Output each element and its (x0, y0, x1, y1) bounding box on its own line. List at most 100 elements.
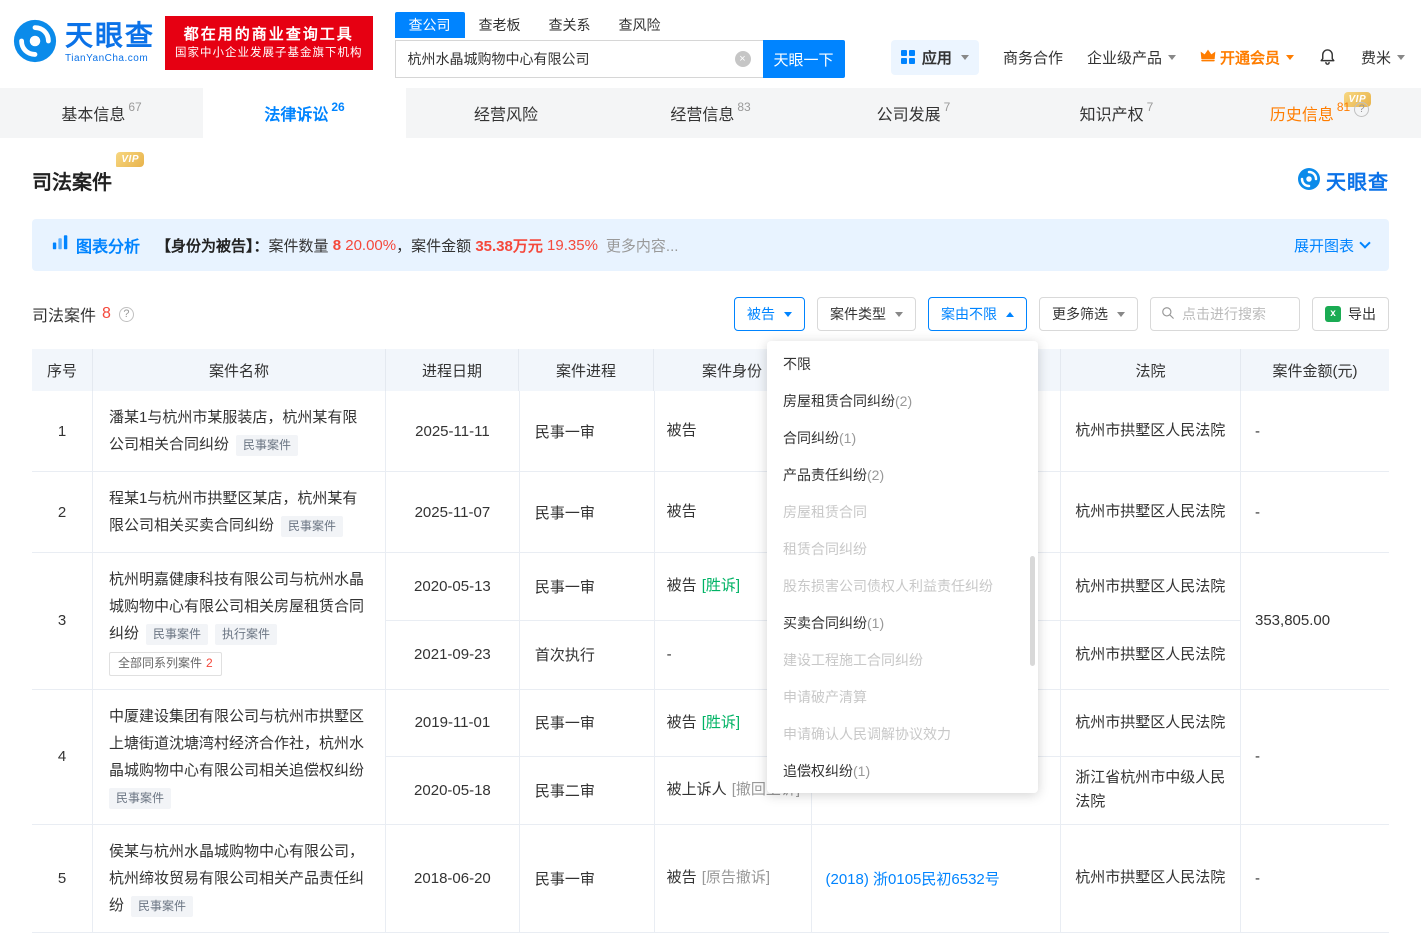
dropdown-option-unlimited[interactable]: 不限 (767, 346, 1038, 383)
dropdown-option-bankruptcy-liquidation: 申请破产清算 (767, 679, 1038, 716)
case-amount: - (1240, 825, 1389, 932)
cause-filter-button[interactable]: 案由不限 (928, 297, 1027, 331)
slogan-line1: 都在用的商业查询工具 (175, 24, 363, 45)
analysis-identity: 【身份为被告】： (156, 235, 269, 256)
tab-company-development[interactable]: 公司发展7 (812, 88, 1015, 138)
tab-operational-risk[interactable]: 经营风险 (406, 88, 609, 138)
main-content: 司法案件 VIP 天眼查 图表分析 【身份为被告】： 案件数量 8 20.00%… (0, 166, 1421, 933)
help-icon[interactable]: ? (119, 307, 134, 322)
court-link[interactable]: 杭州市拱墅区人民法院 (1060, 690, 1240, 757)
nav-open-vip[interactable]: 开通会员 (1200, 47, 1294, 68)
more-filters-button[interactable]: 更多筛选 (1039, 297, 1138, 331)
apps-grid-icon (901, 50, 915, 64)
metric2-pct: 19.35% (547, 237, 598, 254)
search-tab-boss[interactable]: 查老板 (465, 12, 535, 38)
dropdown-option-sales-contract-dispute[interactable]: 买卖合同纠纷(1) (767, 605, 1038, 642)
export-button[interactable]: x 导出 (1312, 297, 1389, 331)
tab-history-info[interactable]: VIP 历史信息81 ? (1218, 88, 1421, 138)
court-link[interactable]: 浙江省杭州市中级人民法院 (1060, 757, 1240, 824)
dropdown-option-housing-lease-dispute[interactable]: 房屋租赁合同纠纷(2) (767, 383, 1038, 420)
court-link[interactable]: 杭州市拱墅区人民法院 (1060, 621, 1240, 688)
court-link[interactable]: 杭州市拱墅区人民法院 (1060, 472, 1240, 552)
nav-enterprise-products[interactable]: 企业级产品 (1087, 47, 1176, 68)
user-menu[interactable]: 费米 (1361, 47, 1405, 68)
proceeding-row: 2018-06-20 民事一审 被告 [原告撤诉] (2018) 浙0105民初… (386, 825, 1240, 932)
case-amount: - (1240, 690, 1389, 824)
case-count: 8 (102, 305, 111, 323)
role-filter-button[interactable]: 被告 (734, 297, 805, 331)
proceeding-date: 2020-05-18 (386, 757, 519, 824)
table-search-input[interactable] (1182, 306, 1289, 322)
proceeding-role: 被告 (667, 575, 697, 598)
case-type-tag: 民事案件 (281, 516, 343, 537)
case-type-filter-button[interactable]: 案件类型 (817, 297, 916, 331)
metric1-label: 案件数量 (269, 235, 329, 256)
row-number: 2 (32, 472, 92, 552)
slogan-banner: 都在用的商业查询工具 国家中小企业发展子基金旗下机构 (165, 16, 373, 70)
proceeding-process: 民事二审 (519, 757, 654, 824)
chevron-down-icon (895, 312, 903, 317)
apps-menu-button[interactable]: 应用 (891, 40, 979, 75)
dropdown-scrollbar[interactable] (1030, 556, 1035, 666)
search-tab-company[interactable]: 查公司 (395, 12, 465, 38)
proceeding-role: 被告 (667, 501, 697, 524)
metric1-pct: 20.00% (345, 237, 396, 254)
search-button[interactable]: 天眼一下 (763, 40, 845, 78)
tab-business-info[interactable]: 经营信息83 (609, 88, 812, 138)
proceeding-role: 被告 (667, 420, 697, 443)
chart-analysis-link[interactable]: 图表分析 (52, 233, 140, 257)
case-amount: - (1240, 472, 1389, 552)
expand-chart-link[interactable]: 展开图表 (1294, 235, 1369, 256)
table-row: 4 中厦建设集团有限公司与杭州市拱墅区上塘街道沈塘湾村经济合作社，杭州水晶城购物… (32, 690, 1389, 825)
case-type-tag: 执行案件 (215, 624, 277, 645)
company-search-input[interactable] (395, 40, 763, 78)
excel-icon: x (1325, 306, 1341, 322)
chevron-down-icon (1117, 312, 1125, 317)
dropdown-option-product-liability-dispute[interactable]: 产品责任纠纷(2) (767, 457, 1038, 494)
table-search-box[interactable] (1150, 297, 1300, 331)
chart-analysis-banner: 图表分析 【身份为被告】： 案件数量 8 20.00% ， 案件金额 35.38… (32, 219, 1389, 271)
case-name-link[interactable]: 潘某1与杭州市某服装店，杭州某有限公司相关合同纠纷 (109, 409, 357, 453)
chevron-down-icon (1286, 55, 1294, 60)
tianyancha-logo-icon (1297, 167, 1321, 194)
metric1-value: 8 (333, 237, 341, 254)
table-row: 2 程某1与杭州市拱墅区某店，杭州某有限公司相关买卖合同纠纷民事案件 2025-… (32, 472, 1389, 553)
bar-chart-icon (52, 234, 69, 256)
search-tabs: 查公司 查老板 查关系 查风险 (395, 12, 845, 38)
company-section-tabs: 基本信息67 法律诉讼26 经营风险 经营信息83 公司发展7 知识产权7 VI… (0, 88, 1421, 138)
more-content-link[interactable]: 更多内容... (606, 235, 679, 256)
tab-legal-proceedings[interactable]: 法律诉讼26 (203, 88, 406, 138)
proceeding-role: 被告 (667, 712, 697, 735)
court-link[interactable]: 杭州市拱墅区人民法院 (1060, 553, 1240, 620)
notifications-button[interactable] (1318, 46, 1337, 69)
court-link[interactable]: 杭州市拱墅区人民法院 (1060, 825, 1240, 932)
tab-basic-info[interactable]: 基本信息67 (0, 88, 203, 138)
nav-business-cooperation[interactable]: 商务合作 (1003, 47, 1063, 68)
proceeding-date: 2018-06-20 (386, 825, 519, 932)
tab-intellectual-property[interactable]: 知识产权7 (1015, 88, 1218, 138)
search-icon (1161, 306, 1175, 323)
row-number: 3 (32, 553, 92, 689)
row-number: 1 (32, 391, 92, 471)
help-icon[interactable]: ? (1354, 102, 1369, 117)
case-number-link[interactable]: (2018) 浙0105民初6532号 (811, 825, 1061, 932)
dropdown-option-mediation-agreement: 申请确认人民调解协议效力 (767, 716, 1038, 753)
filter-row: 司法案件 8 ? 被告 案件类型 案由不限 更多筛选 (32, 297, 1389, 331)
header-nav: 应用 商务合作 企业级产品 开通会员 费米 (891, 38, 1405, 76)
search-tab-risk[interactable]: 查风险 (605, 12, 675, 38)
chevron-down-icon (1359, 237, 1370, 248)
case-name-link[interactable]: 中厦建设集团有限公司与杭州市拱墅区上塘街道沈塘湾村经济合作社，杭州水晶城购物中心… (109, 708, 364, 779)
court-link[interactable]: 杭州市拱墅区人民法院 (1060, 391, 1240, 471)
proceeding-date: 2025-11-07 (386, 472, 519, 552)
tianyancha-logo[interactable]: 天眼查 TianYanCha.com (12, 18, 155, 67)
clear-search-icon[interactable]: × (735, 51, 751, 67)
search-tab-relation[interactable]: 查关系 (535, 12, 605, 38)
apps-label: 应用 (922, 47, 952, 68)
proceeding-role: 被上诉人 (667, 779, 727, 802)
table-row: 5 侯某与杭州水晶城购物中心有限公司，杭州缔妆贸易有限公司相关产品责任纠纷民事案… (32, 825, 1389, 933)
series-cases-tag[interactable]: 全部同系列案件2 (109, 652, 222, 676)
dropdown-option-construction-contract-dispute: 建设工程施工合同纠纷 (767, 642, 1038, 679)
proceeding-role: - (667, 644, 672, 667)
dropdown-option-recourse-dispute[interactable]: 追偿权纠纷(1) (767, 753, 1038, 790)
dropdown-option-contract-dispute[interactable]: 合同纠纷(1) (767, 420, 1038, 457)
